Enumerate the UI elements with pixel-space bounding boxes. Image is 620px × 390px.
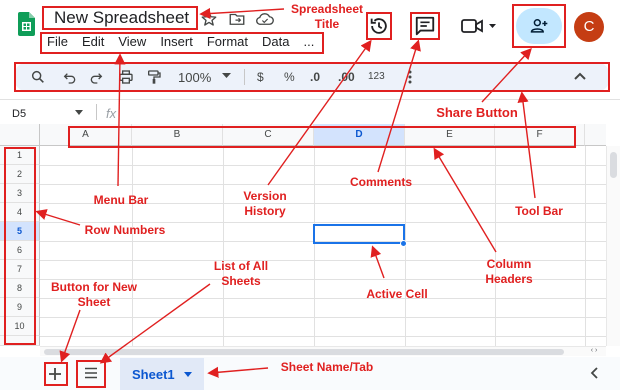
annotation-share-button: Share Button [436,105,518,120]
annotation-comments: Comments [349,175,412,189]
annotation-column-headers: Column Headers [485,257,533,286]
annotation-row-numbers: Row Numbers [84,223,166,237]
annotation-spreadsheet-title: Spreadsheet Title [290,2,364,31]
annotation-version-history: Version History [243,189,287,218]
annotation-menu-bar: Menu Bar [93,193,149,207]
annotation-list-of-all-sheets: List of All Sheets [213,259,269,288]
annotation-sheet-name-tab: Sheet Name/Tab [280,360,374,374]
annotation-tool-bar: Tool Bar [515,204,563,218]
annotation-button-new-sheet: Button for New Sheet [51,280,137,309]
annotation-active-cell: Active Cell [366,287,428,301]
